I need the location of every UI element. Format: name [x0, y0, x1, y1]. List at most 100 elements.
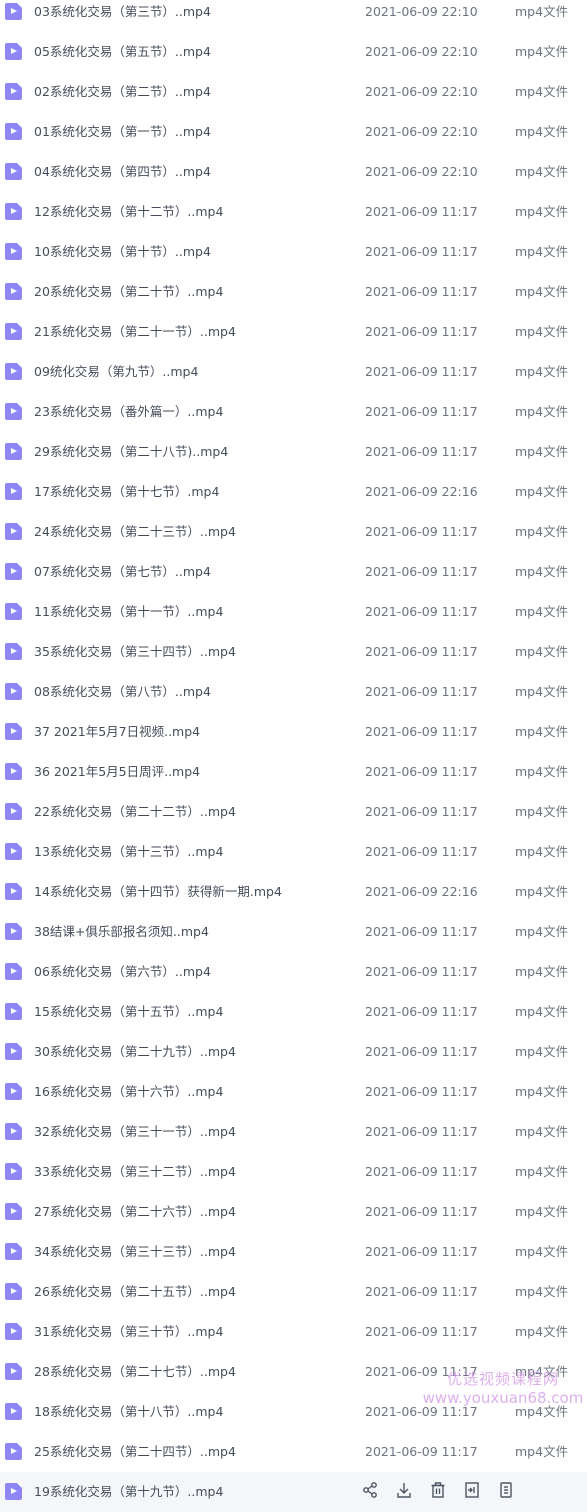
- file-name[interactable]: 32系统化交易（第三十一节）..mp4: [34, 1112, 236, 1152]
- file-modified-time: 2021-06-09 11:17: [365, 1244, 478, 1259]
- file-row[interactable]: 27系统化交易（第二十六节）..mp4 2021-06-09 11:17 mp4…: [0, 1192, 587, 1232]
- share-icon[interactable]: [360, 1480, 380, 1500]
- file-type: mp4文件: [515, 1364, 569, 1379]
- file-row[interactable]: 25系统化交易（第二十四节）..mp4 2021-06-09 11:17 mp4…: [0, 1432, 587, 1472]
- file-row[interactable]: 11系统化交易（第十一节）..mp4 2021-06-09 11:17 mp4文…: [0, 592, 587, 632]
- file-row[interactable]: 24系统化交易（第二十三节）..mp4 2021-06-09 11:17 mp4…: [0, 512, 587, 552]
- file-name[interactable]: 35系统化交易（第三十四节）..mp4: [34, 632, 236, 672]
- file-modified-time: 2021-06-09 11:17: [365, 644, 478, 659]
- file-name[interactable]: 25系统化交易（第二十四节）..mp4: [34, 1432, 236, 1472]
- file-row[interactable]: 03系统化交易（第三节）..mp4 2021-06-09 22:10 mp4文件: [0, 0, 587, 32]
- file-type: mp4文件: [515, 1164, 569, 1179]
- file-row[interactable]: 37 2021年5月7日视频..mp4 2021-06-09 11:17 mp4…: [0, 712, 587, 752]
- file-name[interactable]: 17系统化交易（第十七节）.mp4: [34, 472, 219, 512]
- file-row[interactable]: 05系统化交易（第五节）..mp4 2021-06-09 22:10 mp4文件: [0, 32, 587, 72]
- file-name[interactable]: 26系统化交易（第二十五节）..mp4: [34, 1272, 236, 1312]
- video-file-icon: [5, 243, 22, 260]
- download-icon[interactable]: [394, 1480, 414, 1500]
- file-row[interactable]: 23系统化交易（番外篇一）..mp4 2021-06-09 11:17 mp4文…: [0, 392, 587, 432]
- file-name[interactable]: 08系统化交易（第八节）..mp4: [34, 672, 211, 712]
- file-modified-time: 2021-06-09 22:10: [365, 124, 478, 139]
- file-name[interactable]: 21系统化交易（第二十一节）..mp4: [34, 312, 236, 352]
- file-name[interactable]: 09统化交易（第九节）..mp4: [34, 352, 198, 392]
- more-icon[interactable]: [496, 1480, 516, 1500]
- file-type: mp4文件: [515, 924, 569, 939]
- file-name[interactable]: 38结课+俱乐部报名须知..mp4: [34, 912, 209, 952]
- file-modified-time: 2021-06-09 11:17: [365, 844, 478, 859]
- file-name[interactable]: 20系统化交易（第二十节）..mp4: [34, 272, 223, 312]
- file-name[interactable]: 15系统化交易（第十五节）..mp4: [34, 992, 223, 1032]
- file-row[interactable]: 10系统化交易（第十节）..mp4 2021-06-09 11:17 mp4文件: [0, 232, 587, 272]
- file-row[interactable]: 17系统化交易（第十七节）.mp4 2021-06-09 22:16 mp4文件: [0, 472, 587, 512]
- file-name[interactable]: 24系统化交易（第二十三节）..mp4: [34, 512, 236, 552]
- file-name[interactable]: 27系统化交易（第二十六节）..mp4: [34, 1192, 236, 1232]
- file-name[interactable]: 22系统化交易（第二十二节）..mp4: [34, 792, 236, 832]
- file-name[interactable]: 02系统化交易（第二节）..mp4: [34, 72, 211, 112]
- file-name[interactable]: 37 2021年5月7日视频..mp4: [34, 712, 200, 752]
- file-row[interactable]: 35系统化交易（第三十四节）..mp4 2021-06-09 11:17 mp4…: [0, 632, 587, 672]
- file-name[interactable]: 04系统化交易（第四节）..mp4: [34, 152, 211, 192]
- file-name[interactable]: 33系统化交易（第三十二节）..mp4: [34, 1152, 236, 1192]
- file-name[interactable]: 30系统化交易（第二十九节）..mp4: [34, 1032, 236, 1072]
- file-row[interactable]: 09统化交易（第九节）..mp4 2021-06-09 11:17 mp4文件: [0, 352, 587, 392]
- file-name[interactable]: 18系统化交易（第十八节）..mp4: [34, 1392, 223, 1432]
- file-modified-time: 2021-06-09 11:17: [365, 1204, 478, 1219]
- file-row[interactable]: 31系统化交易（第三十节）..mp4 2021-06-09 11:17 mp4文…: [0, 1312, 587, 1352]
- file-name[interactable]: 10系统化交易（第十节）..mp4: [34, 232, 211, 272]
- file-name[interactable]: 12系统化交易（第十二节）..mp4: [34, 192, 223, 232]
- file-type: mp4文件: [515, 804, 569, 819]
- file-row[interactable]: 07系统化交易（第七节）..mp4 2021-06-09 11:17 mp4文件: [0, 552, 587, 592]
- move-icon[interactable]: [462, 1480, 482, 1500]
- file-row[interactable]: 08系统化交易（第八节）..mp4 2021-06-09 11:17 mp4文件: [0, 672, 587, 712]
- file-row[interactable]: 14系统化交易（第十四节）获得新一期.mp4 2021-06-09 22:16 …: [0, 872, 587, 912]
- file-name[interactable]: 06系统化交易（第六节）..mp4: [34, 952, 211, 992]
- file-name[interactable]: 11系统化交易（第十一节）..mp4: [34, 592, 223, 632]
- file-type: mp4文件: [515, 484, 569, 499]
- file-row[interactable]: 29系统化交易（第二十八节)..mp4 2021-06-09 11:17 mp4…: [0, 432, 587, 472]
- file-row[interactable]: 26系统化交易（第二十五节）..mp4 2021-06-09 11:17 mp4…: [0, 1272, 587, 1312]
- file-name[interactable]: 34系统化交易（第三十三节）..mp4: [34, 1232, 236, 1272]
- file-row[interactable]: 04系统化交易（第四节）..mp4 2021-06-09 22:10 mp4文件: [0, 152, 587, 192]
- video-file-icon: [5, 1083, 22, 1100]
- file-name[interactable]: 05系统化交易（第五节）..mp4: [34, 32, 211, 72]
- file-row[interactable]: 13系统化交易（第十三节）..mp4 2021-06-09 11:17 mp4文…: [0, 832, 587, 872]
- file-name[interactable]: 19系统化交易（第十九节）..mp4: [34, 1472, 223, 1512]
- file-name[interactable]: 16系统化交易（第十六节）..mp4: [34, 1072, 223, 1112]
- file-row[interactable]: 12系统化交易（第十二节）..mp4 2021-06-09 11:17 mp4文…: [0, 192, 587, 232]
- file-list: 03系统化交易（第三节）..mp4 2021-06-09 22:10 mp4文件…: [0, 0, 587, 1512]
- file-row[interactable]: 01系统化交易（第一节）..mp4 2021-06-09 22:10 mp4文件: [0, 112, 587, 152]
- file-name[interactable]: 14系统化交易（第十四节）获得新一期.mp4: [34, 872, 282, 912]
- file-name[interactable]: 07系统化交易（第七节）..mp4: [34, 552, 211, 592]
- file-row[interactable]: 15系统化交易（第十五节）..mp4 2021-06-09 11:17 mp4文…: [0, 992, 587, 1032]
- file-row[interactable]: 22系统化交易（第二十二节）..mp4 2021-06-09 11:17 mp4…: [0, 792, 587, 832]
- file-name[interactable]: 28系统化交易（第二十七节）..mp4: [34, 1352, 236, 1392]
- video-file-icon: [5, 123, 22, 140]
- file-name[interactable]: 31系统化交易（第三十节）..mp4: [34, 1312, 223, 1352]
- file-name[interactable]: 13系统化交易（第十三节）..mp4: [34, 832, 223, 872]
- file-row[interactable]: 06系统化交易（第六节）..mp4 2021-06-09 11:17 mp4文件: [0, 952, 587, 992]
- file-row[interactable]: 28系统化交易（第二十七节）..mp4 2021-06-09 11:17 mp4…: [0, 1352, 587, 1392]
- file-row[interactable]: 02系统化交易（第二节）..mp4 2021-06-09 22:10 mp4文件: [0, 72, 587, 112]
- video-file-icon: [5, 3, 22, 20]
- file-row[interactable]: 18系统化交易（第十八节）..mp4 2021-06-09 11:17 mp4文…: [0, 1392, 587, 1432]
- file-name[interactable]: 01系统化交易（第一节）..mp4: [34, 112, 211, 152]
- file-row[interactable]: 34系统化交易（第三十三节）..mp4 2021-06-09 11:17 mp4…: [0, 1232, 587, 1272]
- file-row-hovered[interactable]: 19系统化交易（第十九节）..mp4: [0, 1472, 587, 1512]
- file-row[interactable]: 20系统化交易（第二十节）..mp4 2021-06-09 11:17 mp4文…: [0, 272, 587, 312]
- file-type: mp4文件: [515, 364, 569, 379]
- file-name[interactable]: 36 2021年5月5日周评..mp4: [34, 752, 200, 792]
- file-row[interactable]: 21系统化交易（第二十一节）..mp4 2021-06-09 11:17 mp4…: [0, 312, 587, 352]
- delete-icon[interactable]: [428, 1480, 448, 1500]
- file-row[interactable]: 33系统化交易（第三十二节）..mp4 2021-06-09 11:17 mp4…: [0, 1152, 587, 1192]
- file-type: mp4文件: [515, 84, 569, 99]
- file-row[interactable]: 36 2021年5月5日周评..mp4 2021-06-09 11:17 mp4…: [0, 752, 587, 792]
- file-name[interactable]: 03系统化交易（第三节）..mp4: [34, 0, 211, 32]
- file-row[interactable]: 16系统化交易（第十六节）..mp4 2021-06-09 11:17 mp4文…: [0, 1072, 587, 1112]
- video-file-icon: [5, 1043, 22, 1060]
- file-row[interactable]: 38结课+俱乐部报名须知..mp4 2021-06-09 11:17 mp4文件: [0, 912, 587, 952]
- file-modified-time: 2021-06-09 11:17: [365, 204, 478, 219]
- file-name[interactable]: 29系统化交易（第二十八节)..mp4: [34, 432, 228, 472]
- file-row[interactable]: 32系统化交易（第三十一节）..mp4 2021-06-09 11:17 mp4…: [0, 1112, 587, 1152]
- file-name[interactable]: 23系统化交易（番外篇一）..mp4: [34, 392, 223, 432]
- file-row[interactable]: 30系统化交易（第二十九节）..mp4 2021-06-09 11:17 mp4…: [0, 1032, 587, 1072]
